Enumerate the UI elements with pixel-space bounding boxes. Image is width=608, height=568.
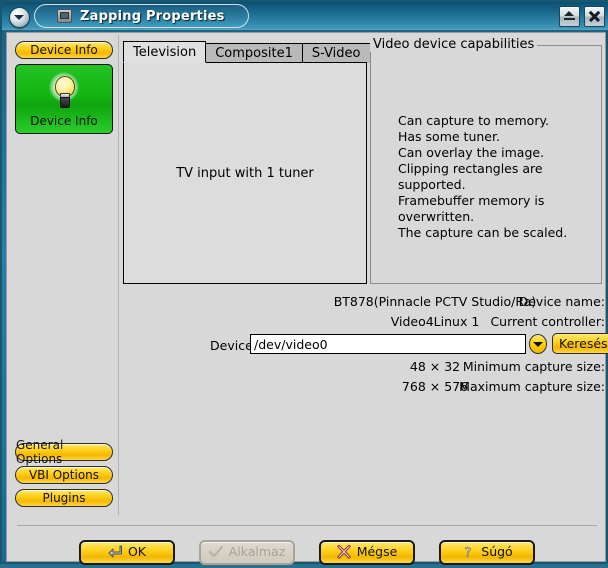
- device-file-input[interactable]: [250, 334, 526, 354]
- capability-line: Framebuffer memory is overwritten.: [398, 193, 545, 224]
- min-capture-value: 48 × 32: [409, 359, 461, 374]
- chevron-down-icon: [14, 15, 24, 20]
- max-capture-value: 768 × 576: [401, 379, 469, 394]
- title-pill: Zapping Properties: [34, 4, 249, 28]
- device-name-value: BT878(Pinnacle PCTV Studio/Ra): [333, 294, 537, 309]
- tab-svideo[interactable]: S-Video: [301, 43, 371, 63]
- video-capabilities-title: Video device capabilities: [370, 37, 538, 52]
- tv-device-icon: [57, 9, 72, 23]
- capability-line: The capture can be scaled.: [398, 225, 568, 240]
- client-area: Device Info Device Info General Options …: [6, 32, 608, 565]
- lightbulb-icon: [47, 72, 81, 112]
- tab-panel-text: TV input with 1 tuner: [176, 165, 314, 181]
- window-title: Zapping Properties: [80, 8, 225, 24]
- device-file-dropdown-button[interactable]: [529, 334, 547, 354]
- help-button[interactable]: ? Súgó: [439, 539, 535, 565]
- sidebar-header-device-info[interactable]: Device Info: [15, 41, 113, 59]
- device-info-rows: Device name: BT878(Pinnacle PCTV Studio/…: [120, 293, 608, 398]
- ok-button-label: OK: [127, 544, 147, 559]
- enter-arrow-icon: [108, 545, 122, 559]
- tab-composite1[interactable]: Composite1: [205, 43, 303, 63]
- chevron-down-icon: [533, 342, 543, 347]
- shade-icon-bar: [564, 18, 575, 20]
- row-max-capture: Maximum capture size: 768 × 576: [120, 378, 605, 398]
- window-menu-button[interactable]: [9, 7, 30, 28]
- main-content: Television Composite1 S-Video TV input w…: [120, 35, 608, 515]
- sidebar-bottom-group: General Options VBI Options Plugins: [15, 438, 113, 507]
- cancel-button[interactable]: Mégse: [319, 539, 415, 565]
- cancel-button-label: Mégse: [356, 544, 398, 559]
- apply-button[interactable]: Alkalmaz: [199, 539, 295, 565]
- help-button-label: Súgó: [481, 544, 513, 559]
- apply-button-label: Alkalmaz: [228, 544, 286, 559]
- tab-television[interactable]: Television: [123, 41, 207, 63]
- check-icon: [208, 545, 223, 559]
- title-bar: Zapping Properties: [2, 2, 608, 30]
- sidebar-item-label: Device Info: [30, 114, 98, 128]
- controller-value: Video4Linux 1: [390, 314, 480, 329]
- browse-button[interactable]: Keresés...: [552, 333, 608, 354]
- capability-line: Can capture to memory.: [398, 113, 550, 128]
- sidebar-item-vbi-options[interactable]: VBI Options: [15, 466, 113, 484]
- window-controls: [559, 6, 605, 27]
- x-cross-icon: [337, 545, 351, 559]
- svg-text:?: ?: [465, 546, 472, 559]
- sidebar-item-device-info[interactable]: Device Info: [15, 64, 113, 134]
- shade-button[interactable]: [559, 6, 580, 27]
- row-current-controller: Current controller: Video4Linux 1: [120, 313, 605, 333]
- sidebar-item-plugins[interactable]: Plugins: [15, 489, 113, 507]
- ok-button[interactable]: OK: [79, 539, 175, 565]
- row-device-name: Device name: BT878(Pinnacle PCTV Studio/…: [120, 293, 605, 313]
- sidebar: Device Info Device Info General Options …: [9, 35, 119, 515]
- zapping-properties-window: Zapping Properties Device Info Device In…: [0, 0, 608, 565]
- row-min-capture: Minimum capture size: 48 × 32: [120, 358, 605, 378]
- input-tabs: Television Composite1 S-Video: [123, 41, 371, 63]
- capability-line: Clipping rectangles are supported.: [398, 161, 543, 192]
- row-device-file: Device file: Keresés...: [120, 333, 608, 358]
- sidebar-item-general-options[interactable]: General Options: [15, 438, 113, 466]
- tab-panel-television: TV input with 1 tuner: [123, 62, 367, 284]
- capabilities-list: Can capture to memory. Has some tuner. C…: [398, 113, 605, 241]
- question-mark-icon: ?: [461, 545, 475, 562]
- close-button[interactable]: [584, 6, 605, 27]
- capability-line: Has some tuner.: [398, 129, 500, 144]
- capability-line: Can overlay the image.: [398, 145, 545, 160]
- footer-separator: [17, 525, 597, 526]
- shade-icon: [564, 11, 574, 16]
- dialog-button-row: OK Alkalmaz Mégse ? Súgó: [7, 536, 607, 568]
